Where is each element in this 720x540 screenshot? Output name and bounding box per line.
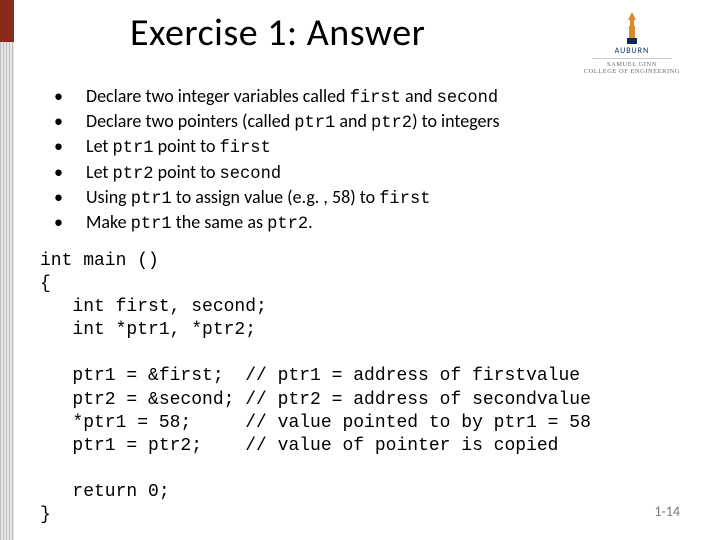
bullet-text: . <box>308 211 313 233</box>
inline-code: ptr2 <box>371 114 412 133</box>
bullet-text: point to <box>154 135 220 157</box>
accent-stripes <box>0 42 14 540</box>
inline-code: ptr1 <box>131 190 172 209</box>
inline-code: ptr1 <box>294 114 335 133</box>
logo-separator <box>592 58 672 59</box>
inline-code: second <box>220 165 282 184</box>
inline-code: first <box>220 139 271 158</box>
bullet-text: Let <box>86 135 113 157</box>
bullet-text: Declare two pointers (called <box>86 110 294 132</box>
accent-top <box>0 0 14 42</box>
inline-code: ptr2 <box>113 165 154 184</box>
logo-college-line2: COLLEGE OF ENGINEERING <box>584 68 680 75</box>
bullet-text: the same as <box>172 211 267 233</box>
page-title: Exercise 1: Answer <box>130 10 425 56</box>
code-block: int main () { int first, second; int *pt… <box>40 250 680 526</box>
bullet-text: Make <box>86 211 131 233</box>
inline-code: first <box>350 89 401 108</box>
university-logo: AUBURN SAMUEL GINN COLLEGE OF ENGINEERIN… <box>584 12 680 75</box>
logo-university-text: AUBURN <box>615 46 650 56</box>
bullet-text: Using <box>86 186 131 208</box>
logo-college-line1: SAMUEL GINN <box>607 61 657 68</box>
list-item: Declare two integer variables called fir… <box>54 85 680 110</box>
bullet-text: and <box>401 85 437 107</box>
inline-code: ptr2 <box>267 215 308 234</box>
list-item: Using ptr1 to assign value (e.g. , 58) t… <box>54 186 680 211</box>
inline-code: ptr1 <box>131 215 172 234</box>
bullet-text: to assign value (e.g. , 58) to <box>172 186 379 208</box>
tower-icon <box>614 12 650 44</box>
inline-code: ptr1 <box>113 139 154 158</box>
inline-code: second <box>437 89 499 108</box>
bullet-text: Let <box>86 161 113 183</box>
slide-number: 1-14 <box>654 503 680 520</box>
title-row: Exercise 1: Answer AUBURN SAMUEL GINN CO… <box>130 10 680 75</box>
bullet-text: Declare two integer variables called <box>86 85 350 107</box>
bullet-text: ) to integers <box>412 110 499 132</box>
list-item: Let ptr1 point to first <box>54 135 680 160</box>
bullet-list: Declare two integer variables called fir… <box>54 85 680 236</box>
slide: Exercise 1: Answer AUBURN SAMUEL GINN CO… <box>0 0 720 540</box>
bullet-text: point to <box>154 161 220 183</box>
bullet-text: and <box>335 110 371 132</box>
left-accent <box>0 0 14 540</box>
inline-code: first <box>379 190 430 209</box>
list-item: Make ptr1 the same as ptr2. <box>54 211 680 236</box>
list-item: Declare two pointers (called ptr1 and pt… <box>54 110 680 135</box>
list-item: Let ptr2 point to second <box>54 161 680 186</box>
